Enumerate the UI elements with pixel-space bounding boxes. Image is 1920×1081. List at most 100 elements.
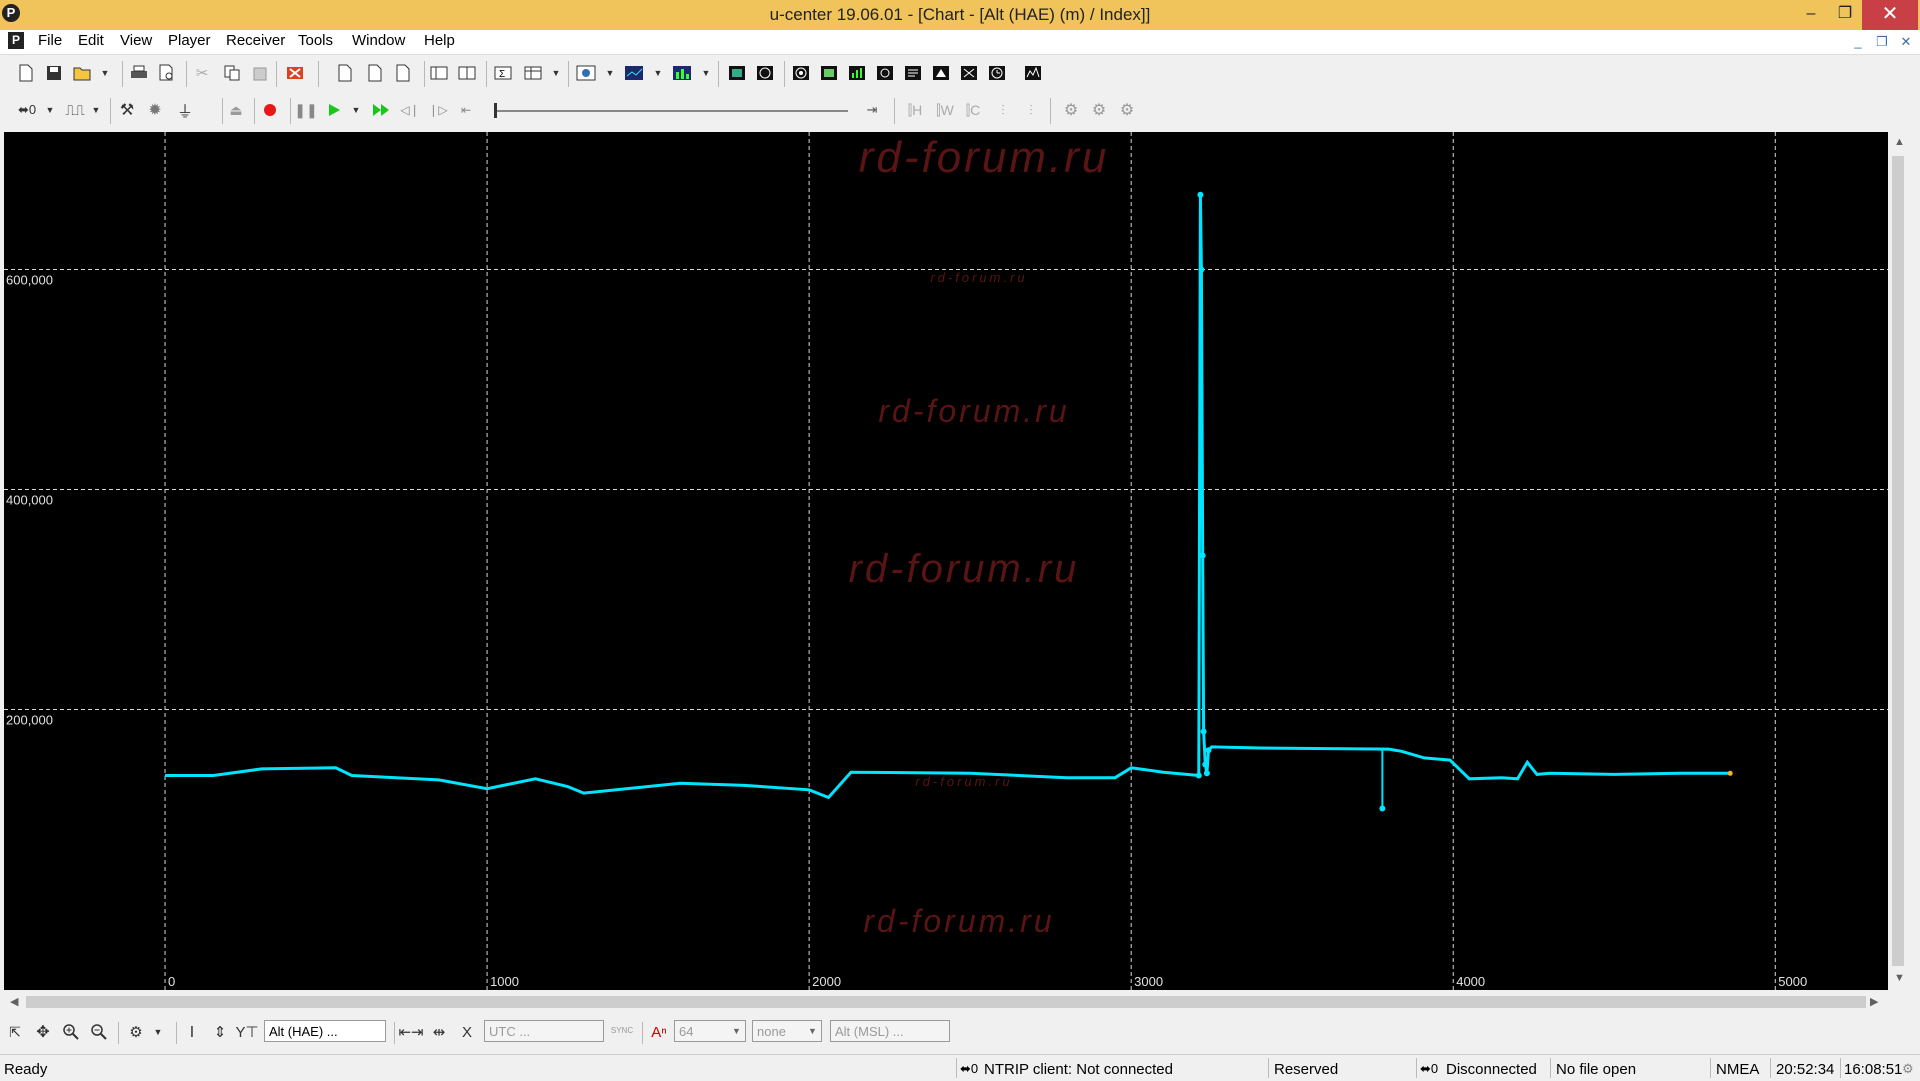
satellite-view-icon[interactable]	[574, 63, 598, 83]
x-axis-icon[interactable]: X	[456, 1022, 478, 1042]
chevron-down-icon[interactable]: ▼	[44, 100, 56, 120]
horizontal-scrollbar[interactable]: ◀ ▶	[4, 992, 1888, 1012]
x-autoscale-icon[interactable]: ⇤⇥	[398, 1022, 423, 1042]
table-icon[interactable]	[522, 63, 544, 83]
cut-icon[interactable]: ✂	[192, 63, 212, 83]
open-folder-icon[interactable]	[72, 63, 92, 83]
histogram-view-icon[interactable]	[670, 63, 694, 83]
close-button[interactable]: ✕	[1862, 0, 1918, 30]
debug-icon[interactable]: ✹	[144, 100, 166, 120]
deviation-view-icon[interactable]	[874, 63, 896, 83]
maximize-button[interactable]: ❐	[1826, 0, 1864, 30]
chevron-down-icon[interactable]: ▼	[550, 63, 562, 83]
zoom-in-icon[interactable]	[60, 1022, 82, 1042]
step-forward-icon[interactable]: ❘▷	[428, 100, 448, 120]
pointer-icon[interactable]: ⇱	[4, 1022, 26, 1042]
compass-view-icon[interactable]	[790, 63, 812, 83]
table-view-icon[interactable]	[818, 63, 840, 83]
clock-view-icon[interactable]	[986, 63, 1008, 83]
baudrate-icon[interactable]: ⎍⎍	[62, 100, 88, 120]
autobaud-icon[interactable]: ⚒	[116, 100, 138, 120]
cold-start-icon[interactable]: ⫿C	[962, 100, 984, 120]
horizontal-scroll-thumb[interactable]	[26, 996, 1866, 1008]
chevron-down-icon[interactable]: ▼	[90, 100, 102, 120]
menu-tools[interactable]: Tools	[298, 32, 333, 49]
window-layout-icon[interactable]	[428, 63, 450, 83]
delete-icon[interactable]	[284, 63, 306, 83]
step-back-icon[interactable]: ◁❘	[400, 100, 420, 120]
chevron-down-icon[interactable]: ▼	[652, 63, 664, 83]
reset-icon[interactable]: ⫶	[992, 100, 1014, 120]
warm-start-icon[interactable]: ⫿W	[934, 100, 956, 120]
mdi-close-button[interactable]: ✕	[1896, 33, 1916, 51]
paste-icon[interactable]	[250, 63, 270, 83]
y-fit-icon[interactable]: ⇕	[210, 1022, 230, 1042]
signal-view-icon[interactable]	[846, 63, 868, 83]
mdi-restore-button[interactable]: ❐	[1872, 33, 1892, 51]
scroll-down-icon[interactable]: ▼	[1894, 972, 1905, 984]
chevron-down-icon[interactable]: ▼	[98, 63, 112, 83]
save-icon[interactable]	[44, 63, 64, 83]
map-view-icon[interactable]	[726, 63, 748, 83]
fast-forward-icon[interactable]	[370, 100, 392, 120]
menu-window[interactable]: Window	[352, 32, 405, 49]
x-fit-icon[interactable]: ⇹	[428, 1022, 450, 1042]
averaging-icon[interactable]: Aⁿ	[648, 1022, 670, 1042]
export-icon[interactable]	[334, 63, 356, 83]
chart-view[interactable]: rd-forum.ru rd-forum.ru rd-forum.ru rd-foru…	[4, 132, 1888, 990]
goto-end-icon[interactable]: ⇥	[862, 100, 882, 120]
gnss-reset-icon[interactable]: ⫶	[1020, 100, 1042, 120]
chevron-down-icon[interactable]: ▼	[808, 1026, 817, 1036]
chevron-down-icon[interactable]: ▼	[700, 63, 712, 83]
connection-status[interactable]: Disconnected	[1446, 1061, 1537, 1078]
connection-icon[interactable]: ⬌0	[14, 100, 40, 120]
chart-settings-icon[interactable]: ⚙	[124, 1022, 148, 1042]
menu-view[interactable]: View	[120, 32, 152, 49]
receiver-icon[interactable]: ⏚	[174, 100, 196, 121]
ntrip-status[interactable]: NTRIP client: Not connected	[984, 1061, 1173, 1078]
vertical-scroll-thumb[interactable]	[1892, 156, 1904, 966]
chevron-down-icon[interactable]: ▼	[604, 63, 616, 83]
menu-file[interactable]: File	[38, 32, 62, 49]
secondary-y-selector[interactable]: Alt (MSL) ...	[830, 1020, 950, 1042]
print-icon[interactable]	[128, 63, 150, 83]
hot-start-icon[interactable]: ⫿H	[904, 100, 926, 120]
import-icon[interactable]	[364, 63, 386, 83]
y-axis-selector[interactable]: Alt (HAE) ...	[264, 1020, 386, 1042]
sigma-icon[interactable]: Σ	[492, 63, 514, 83]
player-slider-thumb[interactable]	[494, 103, 497, 118]
play-icon[interactable]	[324, 100, 344, 120]
document-icon[interactable]: P	[8, 32, 24, 49]
y-autoscale-icon[interactable]: Ⅰ	[182, 1022, 202, 1042]
sync-button[interactable]: SYNC	[610, 1020, 634, 1040]
player-slider[interactable]	[494, 101, 850, 121]
mdi-minimize-button[interactable]: _	[1848, 33, 1868, 51]
copy-icon[interactable]	[222, 63, 242, 83]
eject-icon[interactable]: ⏏	[226, 100, 246, 120]
scroll-left-icon[interactable]: ◀	[10, 995, 18, 1008]
menu-receiver[interactable]: Receiver	[226, 32, 285, 49]
config-gear-icon[interactable]: ⚙	[1060, 100, 1082, 120]
camera-view-icon[interactable]	[930, 63, 952, 83]
config-gear-icon[interactable]: ⚙	[1088, 100, 1110, 120]
menu-player[interactable]: Player	[168, 32, 211, 49]
zoom-out-icon[interactable]	[88, 1022, 110, 1042]
sensor-view-icon[interactable]	[958, 63, 980, 83]
pan-icon[interactable]: ✥	[32, 1022, 54, 1042]
spectrum-view-icon[interactable]	[1022, 63, 1044, 83]
print-preview-icon[interactable]	[156, 63, 178, 83]
menu-help[interactable]: Help	[424, 32, 455, 49]
window-split-icon[interactable]	[456, 63, 478, 83]
chart-view-icon[interactable]	[622, 63, 646, 83]
document-icon[interactable]	[392, 63, 414, 83]
scroll-right-icon[interactable]: ▶	[1870, 995, 1878, 1008]
pause-icon[interactable]: ❚❚	[294, 100, 317, 120]
new-file-icon[interactable]	[16, 63, 36, 83]
sky-view-icon[interactable]	[754, 63, 776, 83]
chevron-down-icon[interactable]: ▼	[152, 1022, 164, 1042]
minimize-button[interactable]: –	[1792, 0, 1830, 30]
scroll-up-icon[interactable]: ▲	[1894, 136, 1905, 148]
vertical-scrollbar[interactable]: ▲ ▼	[1888, 132, 1908, 990]
record-icon[interactable]	[260, 100, 280, 120]
gear-icon[interactable]: ⚙	[1116, 100, 1138, 120]
